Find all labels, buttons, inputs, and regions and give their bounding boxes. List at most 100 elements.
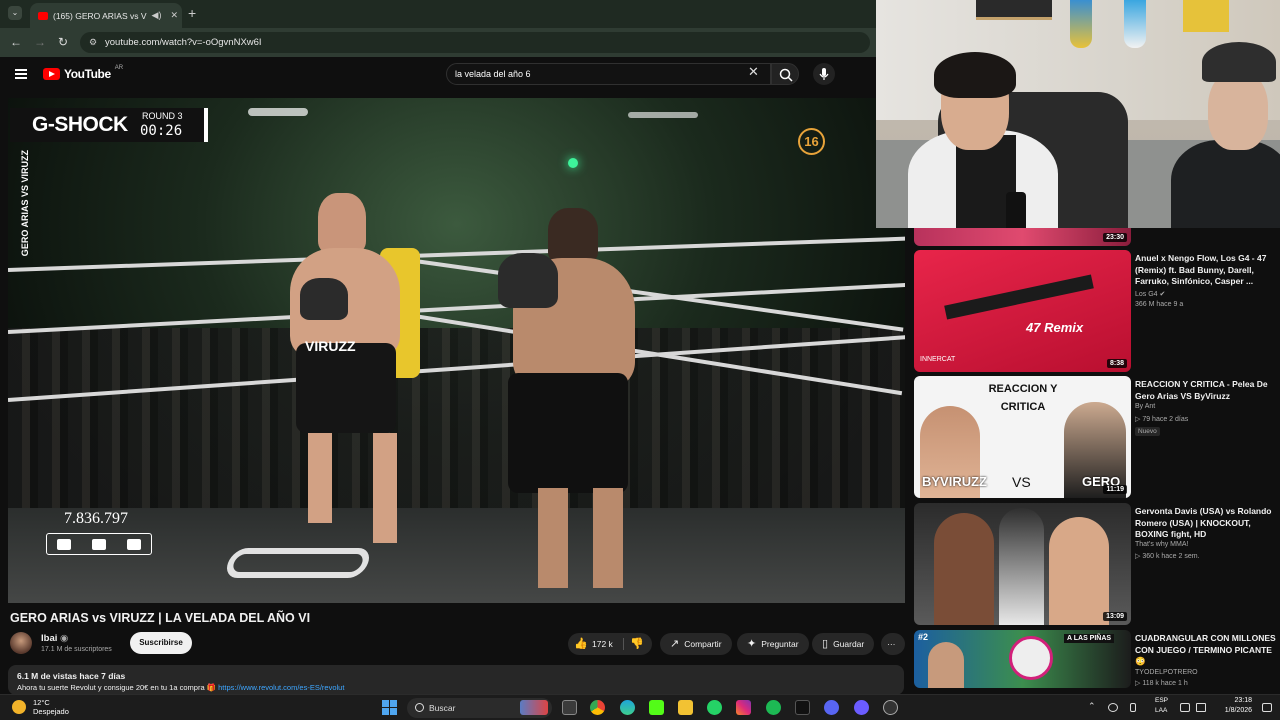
rec-thumbnail[interactable]: 47 Remix INNERCAT 8:38 — [914, 250, 1131, 372]
reload-button[interactable]: ↻ — [58, 35, 68, 49]
url-text: youtube.com/watch?v=-oOgvnNXw6I — [105, 37, 262, 48]
youtube-logo[interactable]: YouTube AR — [43, 65, 123, 81]
task-view-icon[interactable] — [562, 700, 577, 715]
channel-name[interactable]: Ibai ◉ — [41, 633, 68, 644]
description-link[interactable]: https://www.revolut.com/es-ES/revolut — [218, 683, 344, 692]
ring-logo — [222, 548, 374, 578]
guest-head — [1208, 70, 1268, 150]
site-info-icon[interactable]: ⚙ — [89, 32, 97, 53]
url-field[interactable]: ⚙ youtube.com/watch?v=-oOgvnNXw6I — [80, 32, 870, 53]
chrome-icon[interactable] — [590, 700, 605, 715]
channel-name-text: Ibai — [41, 633, 58, 644]
keyboard-layout[interactable]: LAA — [1155, 707, 1167, 714]
video-player[interactable] — [8, 98, 905, 603]
save-button[interactable]: ▯ Guardar — [812, 633, 875, 655]
close-tab-icon[interactable]: ✕ — [170, 10, 178, 21]
rec-title[interactable]: CUADRANGULAR CON MILLONES CON JUEGO / TE… — [1135, 633, 1277, 668]
voice-search-button[interactable] — [813, 63, 835, 85]
tiktok-app-icon[interactable] — [795, 700, 810, 715]
microphone — [1006, 192, 1026, 228]
rec-thumbnail[interactable]: 23:30 — [914, 228, 1131, 246]
rec-title[interactable]: Gervonta Davis (USA) vs Rolando Romero (… — [1135, 506, 1277, 541]
address-bar-row: ← → ↻ ⚙ youtube.com/watch?v=-oOgvnNXw6I — [0, 28, 876, 57]
dislike-icon[interactable]: 👎 — [630, 633, 644, 655]
instagram-icon[interactable] — [736, 700, 751, 715]
subscribe-button[interactable]: Suscribirse — [130, 632, 192, 654]
recommendations-panel: 23:30 47 Remix INNERCAT 8:38 Anuel x Nen… — [905, 228, 1280, 688]
divider — [623, 638, 624, 650]
rec-video-item[interactable]: REACCION Y CRITICA BYVIRUZZ VS GERO 11:1… — [914, 376, 1280, 498]
ask-button[interactable]: ✦ Preguntar — [737, 633, 809, 655]
youtube-logo-text: YouTube — [64, 67, 111, 81]
streamer-hair — [934, 52, 1016, 98]
tab-search-icon[interactable]: ⌄ — [8, 6, 22, 20]
rec-thumbnail[interactable]: REACCION Y CRITICA BYVIRUZZ VS GERO 11:1… — [914, 376, 1131, 498]
search-highlight-icon[interactable] — [520, 700, 548, 715]
channel-avatar[interactable] — [10, 632, 32, 654]
file-explorer-icon[interactable] — [678, 700, 693, 715]
mic-tray-icon[interactable] — [1130, 703, 1136, 712]
search-input[interactable]: la velada del año 6 — [446, 63, 771, 85]
rec-meta: ▷ 360 k hace 2 sem. — [1135, 553, 1200, 560]
rec-thumbnail[interactable]: 13:09 — [914, 503, 1131, 625]
boxer-shorts — [296, 343, 396, 433]
sparkle-icon: ✦ — [747, 638, 757, 650]
forward-button[interactable]: → — [34, 35, 46, 49]
boxer-leg — [373, 433, 397, 543]
network-icon[interactable] — [1180, 703, 1190, 712]
rec-meta: 366 M hace 9 a — [1135, 301, 1184, 308]
rec-thumbnail[interactable]: #2 A LAS PIÑAS — [914, 630, 1131, 688]
rec-video-item[interactable]: #2 A LAS PIÑAS CUADRANGULAR CON MILLONES… — [914, 630, 1280, 688]
temperature[interactable]: 12°C — [33, 698, 50, 707]
notifications-icon[interactable] — [1262, 703, 1272, 712]
thumb-tag: #2 — [918, 632, 929, 642]
rec-video-item[interactable]: 47 Remix INNERCAT 8:38 Anuel x Nengo Flo… — [914, 250, 1280, 372]
more-actions-button[interactable]: ··· — [881, 633, 905, 655]
rec-channel[interactable]: Los G4 ✔ — [1135, 290, 1165, 298]
input-language[interactable]: ESP — [1155, 697, 1168, 704]
clock-time[interactable]: 23:18 — [1230, 697, 1252, 704]
mute-icon[interactable]: ◀) — [152, 10, 162, 21]
kick-icon[interactable] — [649, 700, 664, 715]
cloud-icon[interactable] — [1108, 703, 1118, 712]
circle-highlight — [1009, 636, 1053, 680]
rec-video-item[interactable]: 13:09 Gervonta Davis (USA) vs Rolando Ro… — [914, 503, 1280, 625]
edge-icon[interactable] — [620, 700, 635, 715]
rec-channel[interactable]: TYODELPOTRERO — [1135, 669, 1198, 676]
menu-icon[interactable] — [15, 69, 27, 79]
skateboard-decor — [1070, 0, 1092, 48]
wall-sign — [976, 0, 1052, 20]
show-hidden-icons[interactable]: ⌃ — [1088, 701, 1096, 712]
weather-icon[interactable] — [12, 700, 26, 714]
like-icon[interactable]: 👍 — [574, 633, 588, 655]
like-count[interactable]: 172 k — [592, 633, 613, 655]
clock-date[interactable]: 1/8/2026 — [1204, 707, 1252, 714]
settings-icon[interactable] — [883, 700, 898, 715]
start-button[interactable] — [382, 700, 397, 715]
rec-title[interactable]: REACCION Y CRITICA - Pelea De Gero Arias… — [1135, 379, 1277, 402]
thumb-left-name: BYVIRUZZ — [922, 474, 987, 489]
rec-channel[interactable]: That's why MMA! — [1135, 541, 1188, 548]
rec-channel[interactable]: By Ant — [1135, 403, 1155, 410]
stage-light — [248, 108, 308, 116]
clear-search-icon[interactable]: ✕ — [748, 64, 759, 80]
boxer-shorts — [508, 373, 628, 493]
new-tab-button[interactable]: + — [188, 5, 196, 21]
share-icon: ↗ — [670, 638, 680, 650]
search-button[interactable] — [771, 63, 799, 85]
microphone-icon — [819, 68, 829, 80]
obs-icon[interactable] — [854, 700, 869, 715]
discord-icon[interactable] — [824, 700, 839, 715]
ring-rope — [407, 258, 904, 332]
fighter-left-image — [934, 513, 994, 625]
whatsapp-icon[interactable] — [707, 700, 722, 715]
rec-title[interactable]: Anuel x Nengo Flow, Los G4 - 47 (Remix) … — [1135, 253, 1277, 288]
rec-meta: ▷ 79 hace 2 días — [1135, 416, 1189, 423]
webcam-overlay — [876, 0, 1280, 228]
windows-taskbar: 12°C Despejado Buscar ⌃ ESP LAA 23:18 1/… — [0, 694, 1280, 720]
share-button[interactable]: ↗ Compartir — [660, 633, 732, 655]
spotify-icon[interactable] — [766, 700, 781, 715]
back-button[interactable]: ← — [10, 35, 22, 49]
browser-tab[interactable]: (165) GERO ARIAS vs VIRUZ ◀) ✕ — [30, 3, 182, 28]
weather-description[interactable]: Despejado — [33, 707, 69, 716]
